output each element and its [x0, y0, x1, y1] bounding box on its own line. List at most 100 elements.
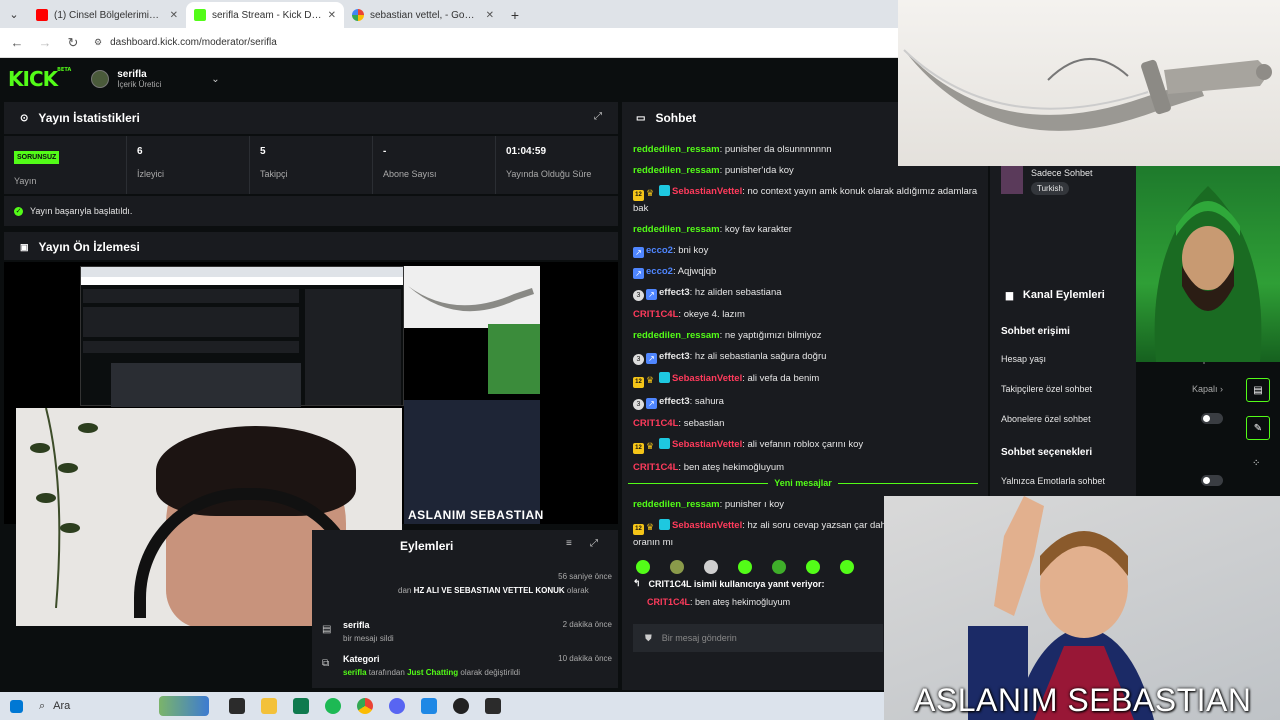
subscriber-badge-icon: 12: [633, 524, 644, 535]
tab-label: (1) Cinsel Bölgelerimiz Neden K: [54, 9, 164, 21]
discord-icon[interactable]: [389, 698, 405, 714]
emote-icon[interactable]: [670, 560, 684, 574]
emote-icon[interactable]: [738, 560, 752, 574]
close-icon[interactable]: ✕: [328, 10, 336, 21]
back-icon[interactable]: ←: [10, 35, 24, 50]
sidebar-button-panel[interactable]: ▤: [1246, 378, 1270, 402]
chat-text: ali vefanın roblox çarını koy: [747, 439, 864, 450]
kick-logo[interactable]: KICKBETA: [8, 67, 71, 91]
sword-image: [898, 0, 1280, 166]
crown-icon: ♛: [646, 522, 655, 532]
action-row: ⧉ Kategori serifla tarafından Just Chatt…: [322, 654, 612, 677]
chat-username[interactable]: ecco2: [646, 245, 673, 256]
expand-icon[interactable]: ⤢: [594, 111, 602, 122]
emote-icon[interactable]: [772, 560, 786, 574]
chat-username[interactable]: SebastianVettel: [672, 186, 742, 197]
chat-username[interactable]: CRIT1C4L: [633, 418, 678, 429]
action-category[interactable]: Just Chatting: [407, 668, 458, 677]
chat-message[interactable]: ↗ ecco2: bni koy: [633, 243, 983, 258]
browser-tab-kick[interactable]: serifla Stream - Kick Dashboard ✕: [186, 2, 344, 28]
chat-username[interactable]: reddedilen_ressam: [633, 499, 720, 510]
chat-username[interactable]: CRIT1C4L: [633, 462, 678, 473]
store-icon[interactable]: [293, 698, 309, 714]
site-info-icon[interactable]: ⚙: [94, 37, 102, 48]
wrench-icon[interactable]: ✎: [1246, 416, 1270, 440]
channel-switcher[interactable]: serifla İçerik Üretici ⌄: [91, 69, 220, 89]
chat-username[interactable]: SebastianVettel: [672, 373, 742, 384]
filter-icon[interactable]: ≡: [566, 538, 572, 549]
chat-message[interactable]: CRIT1C4L: ben ateş hekimoğluyum: [633, 460, 983, 475]
app-icon[interactable]: [485, 698, 501, 714]
spotify-icon[interactable]: [325, 698, 341, 714]
chat-input[interactable]: ⛊ Bir mesaj gönderin: [633, 624, 883, 652]
emote-icon[interactable]: [840, 560, 854, 574]
chat-username[interactable]: SebastianVettel: [672, 439, 742, 450]
task-view-icon[interactable]: [229, 698, 245, 714]
chat-message[interactable]: reddedilen_ressam: koy fav karakter: [633, 222, 983, 237]
chat-message[interactable]: 12 ♛ SebastianVettel: ali vefa da benim: [633, 371, 983, 388]
reload-icon[interactable]: ↻: [66, 35, 80, 51]
emote-icon[interactable]: [806, 560, 820, 574]
chevron-down-icon[interactable]: ⌄: [211, 74, 219, 85]
chat-message[interactable]: 3 ↗ effect3: hz ali sebastianla sağura doğ…: [633, 349, 983, 365]
action-time: 10 dakika önce: [558, 654, 612, 663]
action-user[interactable]: serifla: [343, 668, 367, 677]
setting-followers-only[interactable]: Takipçilere özel sohbet Kapalı ›: [1001, 384, 1223, 394]
new-messages-divider[interactable]: Yeni mesajlar: [628, 476, 979, 490]
emote-icon[interactable]: [704, 560, 718, 574]
browser-tab-youtube[interactable]: (1) Cinsel Bölgelerimiz Neden K ✕: [28, 2, 186, 28]
chat-message[interactable]: 12 ♛ SebastianVettel: ali vefanın roblox ç…: [633, 437, 983, 454]
stream-status-message: ✓ Yayın başarıyla başlatıldı.: [4, 196, 618, 226]
tab-search-button[interactable]: ⌄: [0, 0, 28, 28]
chat-username[interactable]: ecco2: [646, 266, 673, 277]
chat-messages: reddedilen_ressam: punisher da olsunnnnn…: [633, 142, 983, 481]
forward-icon[interactable]: →: [38, 35, 52, 50]
stat-subscribers: - Abone Sayısı: [373, 136, 496, 194]
chat-mode-title: Sadece Sohbet: [1031, 168, 1093, 178]
chat-message[interactable]: CRIT1C4L: okeye 4. lazım: [633, 307, 983, 322]
chat-message[interactable]: 3 ↗ effect3: hz aliden sebastiana: [633, 285, 983, 301]
browser-tab-google[interactable]: sebastian vettel, - Google'da Ar ✕: [344, 2, 502, 28]
address-bar: ← → ↻ ⚙ dashboard.kick.com/moderator/ser…: [0, 28, 900, 58]
category-icon: ⧉: [322, 658, 330, 669]
chat-username[interactable]: effect3: [659, 396, 690, 407]
preview-portrait-image: [488, 324, 540, 394]
taskbar-search[interactable]: ⌕ Ara: [31, 694, 221, 718]
logo-text: KICK: [8, 67, 58, 91]
chat-username[interactable]: effect3: [659, 287, 690, 298]
subscribers-only-toggle[interactable]: [1201, 413, 1223, 424]
vscode-icon[interactable]: [421, 698, 437, 714]
chat-username[interactable]: reddedilen_ressam: [633, 144, 720, 155]
preview-title: Yayın Ön İzlemesi: [38, 240, 140, 254]
close-icon[interactable]: ✕: [170, 10, 178, 21]
url-field[interactable]: ⚙ dashboard.kick.com/moderator/serifla: [94, 37, 277, 48]
overlay-caption: ASLANIM SEBASTIAN: [914, 682, 1252, 718]
more-icon[interactable]: ⁘: [1252, 458, 1260, 469]
chat-username[interactable]: reddedilen_ressam: [633, 165, 720, 176]
chat-message[interactable]: 12 ♛ SebastianVettel: no context yayın amk…: [633, 184, 983, 216]
setting-label: Hesap yaşı: [1001, 354, 1047, 364]
windows-start-icon[interactable]: [10, 699, 23, 713]
chat-message[interactable]: ↗ ecco2: Aqjwqjqb: [633, 264, 983, 279]
emote-only-toggle[interactable]: [1201, 475, 1223, 486]
crown-icon: ♛: [646, 375, 655, 385]
file-explorer-icon[interactable]: [261, 698, 277, 714]
chat-message[interactable]: 3 ↗ effect3: sahura: [633, 394, 983, 410]
obs-icon[interactable]: [453, 698, 469, 714]
stat-label: Takipçi: [260, 169, 288, 179]
emote-icon[interactable]: [636, 560, 650, 574]
preview-panel-header: ▣ Yayın Ön İzlemesi: [4, 232, 618, 260]
chat-username[interactable]: CRIT1C4L: [633, 309, 678, 320]
close-icon[interactable]: ✕: [486, 10, 494, 21]
expand-icon[interactable]: ⤢: [590, 538, 598, 549]
level-badge-icon: 3: [633, 290, 644, 301]
chat-username[interactable]: reddedilen_ressam: [633, 224, 720, 235]
chat-options-title: Sohbet seçenekleri: [1001, 447, 1093, 458]
chrome-icon[interactable]: [357, 698, 373, 714]
chat-username[interactable]: reddedilen_ressam: [633, 330, 720, 341]
chat-message[interactable]: CRIT1C4L: sebastian: [633, 416, 983, 431]
chat-username[interactable]: SebastianVettel: [672, 520, 742, 531]
new-tab-button[interactable]: +: [502, 2, 528, 28]
chat-username[interactable]: effect3: [659, 351, 690, 362]
chat-message[interactable]: reddedilen_ressam: ne yaptığımızı bilmiy…: [633, 328, 983, 343]
